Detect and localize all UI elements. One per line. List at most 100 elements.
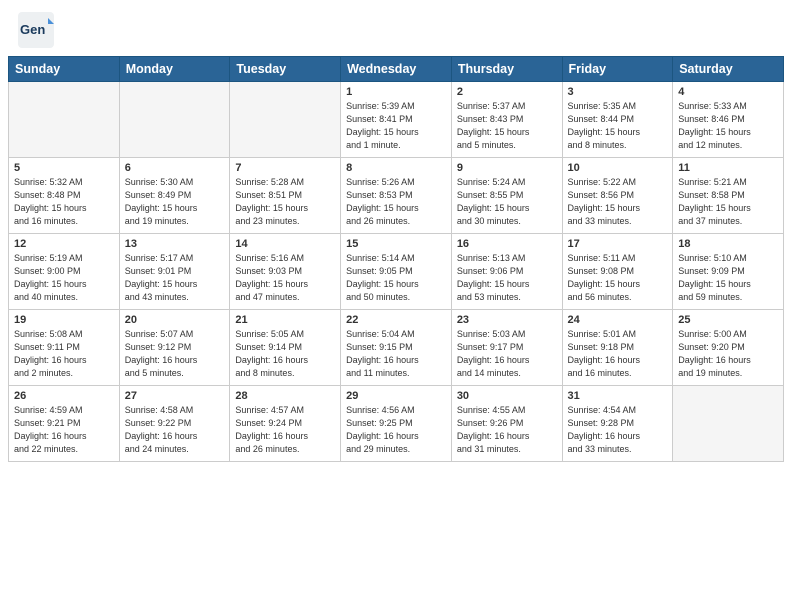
day-info: Sunrise: 5:03 AM Sunset: 9:17 PM Dayligh… <box>457 328 557 380</box>
day-cell-13: 13Sunrise: 5:17 AM Sunset: 9:01 PM Dayli… <box>119 234 230 310</box>
day-info: Sunrise: 5:05 AM Sunset: 9:14 PM Dayligh… <box>235 328 335 380</box>
day-cell-17: 17 Sunrise: 5:11 AM Sunset: 9:08 PM Dayli… <box>562 234 673 310</box>
day-cell-9: 9 Sunrise: 5:24 AM Sunset: 8:55 PM Daylig… <box>451 158 562 234</box>
day-header-thursday: Thursday <box>451 57 562 82</box>
day-cell-15: 15 Sunrise: 5:14 AM Sunset: 9:05 PM Dayli… <box>341 234 452 310</box>
logo-icon: Gen <box>16 10 56 50</box>
calendar-table: SundayMondayTuesdayWednesdayThursdayFrid… <box>8 56 784 462</box>
day-info: Sunrise: 4:57 AM Sunset: 9:24 PM Dayligh… <box>235 404 335 456</box>
day-cell-empty <box>119 82 230 158</box>
day-number: 15 <box>346 238 446 250</box>
day-number: 14 <box>235 238 335 250</box>
day-number: 22 <box>346 314 446 326</box>
day-number: 27 <box>125 390 225 402</box>
day-info: Sunrise: 5:26 AM Sunset: 8:53 PM Dayligh… <box>346 176 446 228</box>
day-info: Sunrise: 5:19 AM Sunset: 9:00 PM Dayligh… <box>14 252 114 304</box>
day-cell-8: 8Sunrise: 5:26 AM Sunset: 8:53 PM Daylig… <box>341 158 452 234</box>
day-cell-1: 1 Sunrise: 5:39 AM Sunset: 8:41 PM Daylig… <box>341 82 452 158</box>
day-cell-empty <box>9 82 120 158</box>
calendar-week-3: 12 Sunrise: 5:19 AM Sunset: 9:00 PM Dayli… <box>9 234 784 310</box>
day-number: 17 <box>568 238 668 250</box>
day-number: 10 <box>568 162 668 174</box>
day-info: Sunrise: 5:08 AM Sunset: 9:11 PM Dayligh… <box>14 328 114 380</box>
day-header-wednesday: Wednesday <box>341 57 452 82</box>
day-headers-row: SundayMondayTuesdayWednesdayThursdayFrid… <box>9 57 784 82</box>
day-header-sunday: Sunday <box>9 57 120 82</box>
day-info: Sunrise: 5:24 AM Sunset: 8:55 PM Dayligh… <box>457 176 557 228</box>
day-number: 23 <box>457 314 557 326</box>
day-info: Sunrise: 5:33 AM Sunset: 8:46 PM Dayligh… <box>678 100 778 152</box>
day-number: 13 <box>125 238 225 250</box>
day-number: 9 <box>457 162 557 174</box>
day-info: Sunrise: 5:21 AM Sunset: 8:58 PM Dayligh… <box>678 176 778 228</box>
page-container: Gen SundayMondayTuesdayWednesdayThursday… <box>0 0 792 612</box>
day-number: 5 <box>14 162 114 174</box>
day-number: 21 <box>235 314 335 326</box>
day-cell-14: 14 Sunrise: 5:16 AM Sunset: 9:03 PM Dayli… <box>230 234 341 310</box>
day-number: 2 <box>457 86 557 98</box>
day-cell-19: 19Sunrise: 5:08 AM Sunset: 9:11 PM Dayli… <box>9 310 120 386</box>
day-cell-21: 21 Sunrise: 5:05 AM Sunset: 9:14 PM Dayli… <box>230 310 341 386</box>
day-info: Sunrise: 4:59 AM Sunset: 9:21 PM Dayligh… <box>14 404 114 456</box>
day-cell-28: 28 Sunrise: 4:57 AM Sunset: 9:24 PM Dayli… <box>230 386 341 462</box>
day-header-saturday: Saturday <box>673 57 784 82</box>
day-info: Sunrise: 5:01 AM Sunset: 9:18 PM Dayligh… <box>568 328 668 380</box>
day-info: Sunrise: 5:16 AM Sunset: 9:03 PM Dayligh… <box>235 252 335 304</box>
day-cell-18: 18 Sunrise: 5:10 AM Sunset: 9:09 PM Dayli… <box>673 234 784 310</box>
day-number: 11 <box>678 162 778 174</box>
day-info: Sunrise: 5:39 AM Sunset: 8:41 PM Dayligh… <box>346 100 446 152</box>
day-number: 16 <box>457 238 557 250</box>
day-cell-27: 27 Sunrise: 4:58 AM Sunset: 9:22 PM Dayli… <box>119 386 230 462</box>
day-number: 20 <box>125 314 225 326</box>
day-number: 24 <box>568 314 668 326</box>
day-cell-4: 4Sunrise: 5:33 AM Sunset: 8:46 PM Daylig… <box>673 82 784 158</box>
calendar-week-2: 5 Sunrise: 5:32 AM Sunset: 8:48 PM Daylig… <box>9 158 784 234</box>
day-number: 29 <box>346 390 446 402</box>
day-info: Sunrise: 4:56 AM Sunset: 9:25 PM Dayligh… <box>346 404 446 456</box>
logo: Gen <box>16 10 60 50</box>
svg-text:Gen: Gen <box>20 22 45 37</box>
day-cell-2: 2 Sunrise: 5:37 AM Sunset: 8:43 PM Daylig… <box>451 82 562 158</box>
header: Gen <box>0 0 792 56</box>
day-cell-empty <box>673 386 784 462</box>
day-info: Sunrise: 4:54 AM Sunset: 9:28 PM Dayligh… <box>568 404 668 456</box>
day-info: Sunrise: 5:28 AM Sunset: 8:51 PM Dayligh… <box>235 176 335 228</box>
day-info: Sunrise: 5:13 AM Sunset: 9:06 PM Dayligh… <box>457 252 557 304</box>
day-cell-16: 16 Sunrise: 5:13 AM Sunset: 9:06 PM Dayli… <box>451 234 562 310</box>
day-header-tuesday: Tuesday <box>230 57 341 82</box>
day-number: 3 <box>568 86 668 98</box>
day-cell-5: 5 Sunrise: 5:32 AM Sunset: 8:48 PM Daylig… <box>9 158 120 234</box>
day-info: Sunrise: 5:32 AM Sunset: 8:48 PM Dayligh… <box>14 176 114 228</box>
day-number: 28 <box>235 390 335 402</box>
day-number: 12 <box>14 238 114 250</box>
day-number: 18 <box>678 238 778 250</box>
day-cell-empty <box>230 82 341 158</box>
day-info: Sunrise: 4:58 AM Sunset: 9:22 PM Dayligh… <box>125 404 225 456</box>
day-info: Sunrise: 5:10 AM Sunset: 9:09 PM Dayligh… <box>678 252 778 304</box>
calendar-week-1: 1 Sunrise: 5:39 AM Sunset: 8:41 PM Daylig… <box>9 82 784 158</box>
day-cell-26: 26Sunrise: 4:59 AM Sunset: 9:21 PM Dayli… <box>9 386 120 462</box>
day-info: Sunrise: 5:37 AM Sunset: 8:43 PM Dayligh… <box>457 100 557 152</box>
day-info: Sunrise: 5:11 AM Sunset: 9:08 PM Dayligh… <box>568 252 668 304</box>
day-number: 7 <box>235 162 335 174</box>
day-info: Sunrise: 5:30 AM Sunset: 8:49 PM Dayligh… <box>125 176 225 228</box>
calendar-week-5: 26Sunrise: 4:59 AM Sunset: 9:21 PM Dayli… <box>9 386 784 462</box>
day-cell-30: 30 Sunrise: 4:55 AM Sunset: 9:26 PM Dayli… <box>451 386 562 462</box>
day-cell-31: 31Sunrise: 4:54 AM Sunset: 9:28 PM Dayli… <box>562 386 673 462</box>
day-info: Sunrise: 5:14 AM Sunset: 9:05 PM Dayligh… <box>346 252 446 304</box>
day-cell-22: 22Sunrise: 5:04 AM Sunset: 9:15 PM Dayli… <box>341 310 452 386</box>
day-number: 1 <box>346 86 446 98</box>
day-number: 30 <box>457 390 557 402</box>
day-cell-12: 12 Sunrise: 5:19 AM Sunset: 9:00 PM Dayli… <box>9 234 120 310</box>
day-info: Sunrise: 5:22 AM Sunset: 8:56 PM Dayligh… <box>568 176 668 228</box>
day-header-friday: Friday <box>562 57 673 82</box>
calendar-week-4: 19Sunrise: 5:08 AM Sunset: 9:11 PM Dayli… <box>9 310 784 386</box>
day-cell-6: 6Sunrise: 5:30 AM Sunset: 8:49 PM Daylig… <box>119 158 230 234</box>
day-number: 25 <box>678 314 778 326</box>
day-info: Sunrise: 4:55 AM Sunset: 9:26 PM Dayligh… <box>457 404 557 456</box>
day-cell-11: 11 Sunrise: 5:21 AM Sunset: 8:58 PM Dayli… <box>673 158 784 234</box>
day-cell-29: 29 Sunrise: 4:56 AM Sunset: 9:25 PM Dayli… <box>341 386 452 462</box>
day-header-monday: Monday <box>119 57 230 82</box>
day-cell-10: 10 Sunrise: 5:22 AM Sunset: 8:56 PM Dayli… <box>562 158 673 234</box>
day-cell-23: 23 Sunrise: 5:03 AM Sunset: 9:17 PM Dayli… <box>451 310 562 386</box>
